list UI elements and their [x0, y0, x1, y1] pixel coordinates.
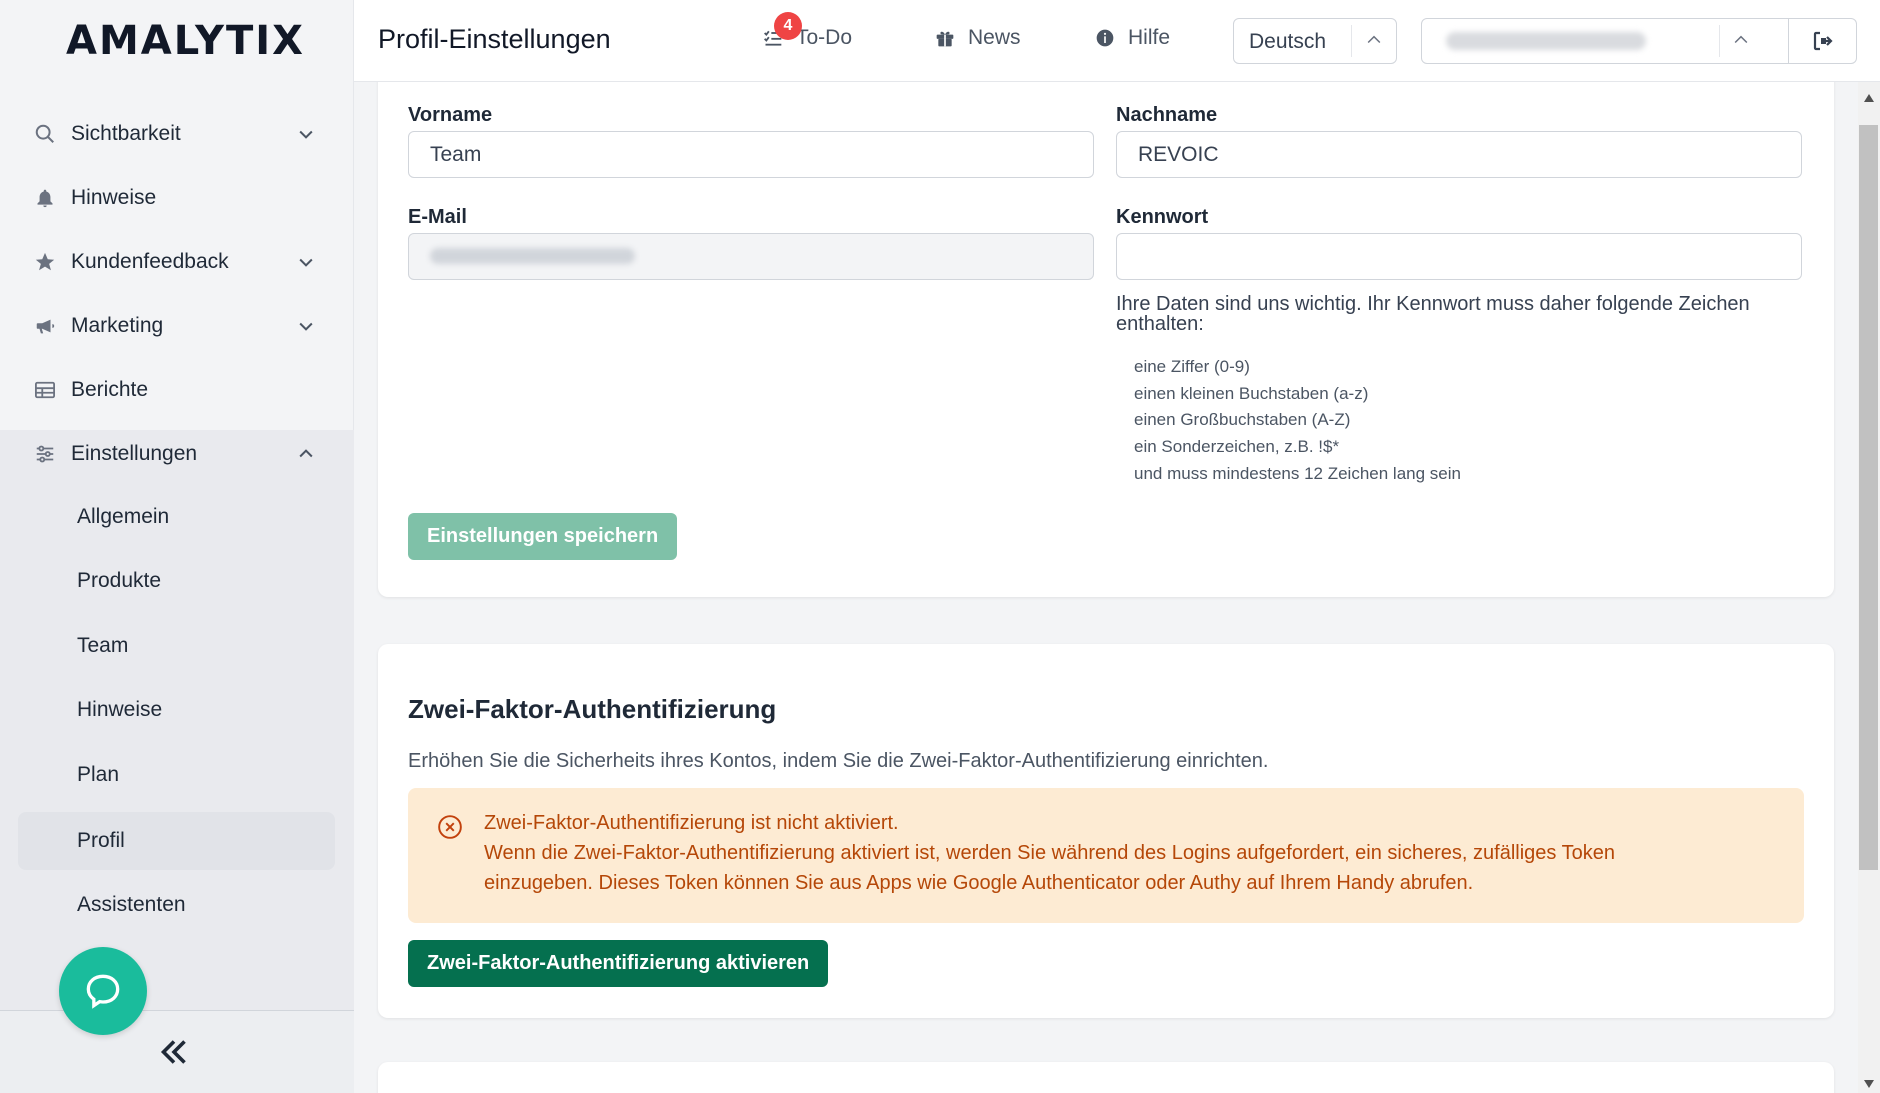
account-email-redacted: [1446, 32, 1646, 50]
password-hint: Ihre Daten sind uns wichtig. Ihr Kennwor…: [1116, 293, 1750, 335]
sidebar-sub-label: Allgemein: [77, 505, 170, 528]
help-link[interactable]: Hilfe: [1094, 26, 1170, 50]
next-card: [378, 1062, 1834, 1093]
bell-icon: [32, 185, 58, 211]
sidebar-item-einstellungen[interactable]: Einstellungen: [0, 422, 354, 486]
search-icon: [32, 121, 58, 147]
chevron-up-icon: [294, 442, 318, 466]
logout-icon: [1813, 31, 1833, 51]
profile-card: Vorname Nachname E-Mail Kennwort Ihre Da…: [378, 82, 1834, 597]
scroll-down-arrow-icon[interactable]: [1863, 1076, 1875, 1088]
password-rule: eine Ziffer (0-9): [1134, 357, 1250, 376]
circle-x-icon: [437, 814, 463, 840]
two-factor-warning: Zwei-Faktor-Authentifizierung ist nicht …: [408, 788, 1804, 923]
main-content: Vorname Nachname E-Mail Kennwort Ihre Da…: [354, 82, 1858, 1093]
save-settings-button[interactable]: Einstellungen speichern: [408, 513, 678, 560]
sidebar-item-label: Hinweise: [71, 186, 157, 209]
news-label: News: [968, 26, 1021, 49]
sidebar: AMALYTIX Sichtbarkeit Hinweise Kundenfee…: [0, 0, 354, 1093]
sidebar-sub-label: Assistenten: [77, 893, 186, 916]
password-label: Kennwort: [1116, 206, 1209, 228]
table-icon: [32, 377, 58, 403]
two-factor-title: Zwei-Faktor-Authentifizierung: [408, 694, 777, 724]
sidebar-sub-profil[interactable]: Profil: [18, 812, 335, 870]
star-icon: [32, 249, 58, 275]
password-rule: ein Sonderzeichen, z.B. !$*: [1134, 437, 1340, 456]
two-factor-card: Zwei-Faktor-Authentifizierung Erhöhen Si…: [378, 644, 1834, 1018]
email-label: E-Mail: [408, 206, 467, 228]
logout-button[interactable]: [1789, 18, 1857, 64]
sidebar-item-label: Marketing: [71, 314, 164, 337]
email-redacted: [430, 248, 635, 264]
language-select[interactable]: Deutsch: [1233, 18, 1397, 64]
password-input[interactable]: [1116, 233, 1802, 280]
top-header: Profil-Einstellungen To-Do 4 News Hilfe …: [354, 0, 1880, 82]
language-value: Deutsch: [1249, 30, 1327, 53]
sidebar-sub-label: Plan: [77, 763, 120, 786]
sidebar-item-berichte[interactable]: Berichte: [0, 358, 354, 422]
todo-count-badge: 4: [774, 12, 802, 40]
info-icon: [1094, 27, 1116, 49]
chevron-down-icon: [294, 314, 318, 338]
sidebar-item-hinweise[interactable]: Hinweise: [0, 166, 354, 230]
megaphone-icon: [32, 313, 58, 339]
scroll-up-arrow-icon[interactable]: [1863, 90, 1875, 102]
scrollbar-thumb[interactable]: [1859, 125, 1878, 870]
sidebar-item-kundenfeedback[interactable]: Kundenfeedback: [0, 230, 354, 294]
chat-icon: [86, 974, 120, 1009]
app-logo: AMALYTIX: [66, 18, 305, 64]
sidebar-item-marketing[interactable]: Marketing: [0, 294, 354, 358]
password-rule: einen Großbuchstaben (A-Z): [1134, 410, 1351, 429]
sidebar-item-label: Berichte: [71, 378, 149, 401]
news-link[interactable]: News: [934, 26, 1021, 50]
sidebar-sub-label: Team: [77, 634, 129, 657]
alert-text: einzugeben. Dieses Token können Sie aus …: [484, 872, 1474, 894]
sidebar-item-sichtbarkeit[interactable]: Sichtbarkeit: [0, 102, 354, 166]
gift-icon: [934, 27, 956, 49]
chevron-up-icon: [1731, 30, 1753, 52]
chevron-up-icon: [1364, 30, 1386, 52]
sidebar-sub-team[interactable]: Team: [18, 617, 335, 675]
sliders-icon: [32, 441, 58, 467]
firstname-input[interactable]: [408, 131, 1094, 178]
sidebar-sub-hinweise[interactable]: Hinweise: [18, 681, 335, 739]
alert-title: Zwei-Faktor-Authentifizierung ist nicht …: [484, 812, 899, 834]
firstname-label: Vorname: [408, 104, 493, 126]
collapse-sidebar-button[interactable]: [156, 1034, 192, 1070]
activate-two-factor-button[interactable]: Zwei-Faktor-Authentifizierung aktivieren: [408, 940, 829, 987]
two-factor-description: Erhöhen Sie die Sicherheits ihres Kontos…: [408, 750, 1269, 772]
chat-widget-button[interactable]: [59, 947, 147, 1035]
sidebar-sub-label: Profil: [77, 829, 125, 852]
sidebar-item-label: Kundenfeedback: [71, 250, 229, 273]
sidebar-sub-label: Produkte: [77, 569, 162, 592]
page-title: Profil-Einstellungen: [378, 24, 611, 54]
double-chevron-left-icon: [160, 1040, 186, 1064]
sidebar-item-label: Sichtbarkeit: [71, 122, 181, 145]
help-label: Hilfe: [1128, 26, 1171, 49]
account-select[interactable]: [1421, 18, 1789, 64]
todo-label: To-Do: [796, 26, 853, 49]
email-field[interactable]: [408, 233, 1094, 280]
lastname-input[interactable]: [1116, 131, 1802, 178]
sidebar-sub-plan[interactable]: Plan: [18, 746, 335, 804]
sidebar-item-label: Einstellungen: [71, 442, 198, 465]
chevron-down-icon: [294, 250, 318, 274]
sidebar-sub-produkte[interactable]: Produkte: [18, 552, 335, 610]
password-rule: einen kleinen Buchstaben (a-z): [1134, 384, 1369, 403]
sidebar-sub-assistenten[interactable]: Assistenten: [18, 876, 335, 934]
sidebar-sub-allgemein[interactable]: Allgemein: [18, 488, 335, 546]
sidebar-sub-label: Hinweise: [77, 698, 163, 721]
lastname-label: Nachname: [1116, 104, 1218, 126]
chevron-down-icon: [294, 122, 318, 146]
alert-text: Wenn die Zwei-Faktor-Authentifizierung a…: [484, 842, 1615, 864]
password-rule: und muss mindestens 12 Zeichen lang sein: [1134, 464, 1461, 483]
